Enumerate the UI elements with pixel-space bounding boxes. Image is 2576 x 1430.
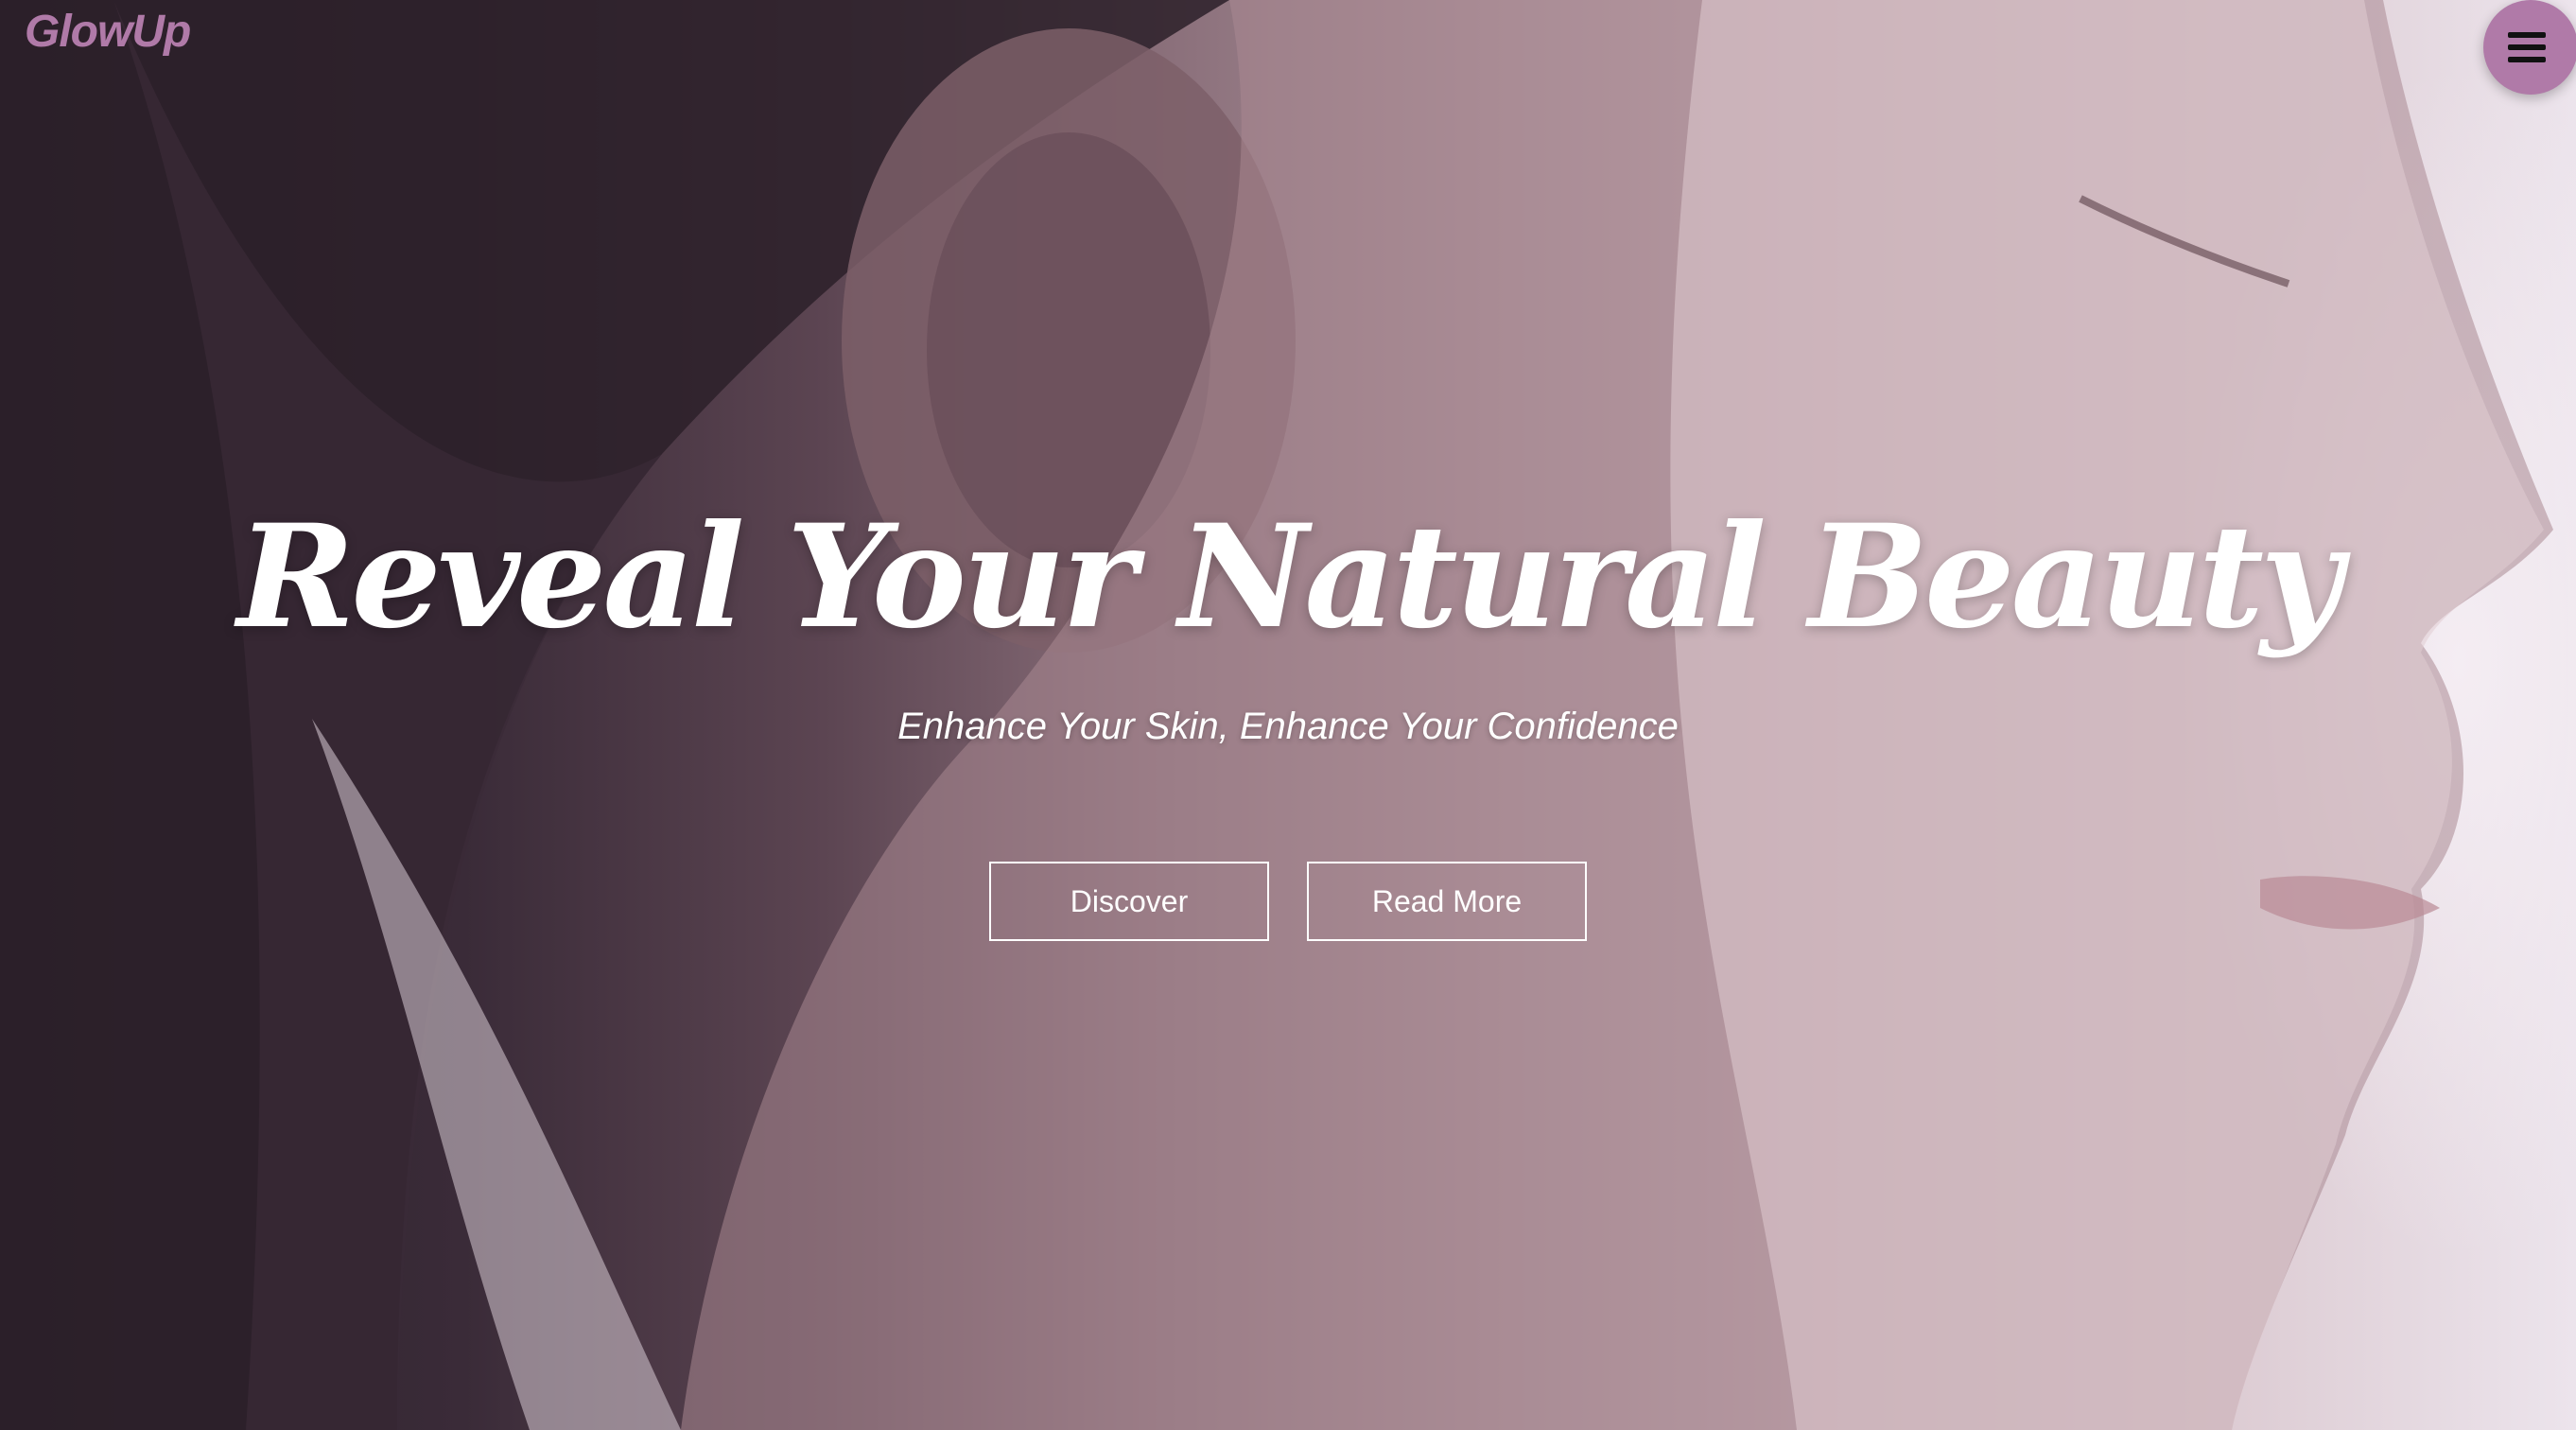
brand-logo[interactable]: GlowUp bbox=[25, 6, 191, 58]
hero-title: Reveal Your Natural Beauty bbox=[236, 494, 2342, 660]
menu-button[interactable] bbox=[2483, 0, 2576, 95]
discover-button[interactable]: Discover bbox=[989, 862, 1269, 941]
read-more-button[interactable]: Read More bbox=[1307, 862, 1587, 941]
hero-actions: Discover Read More bbox=[0, 862, 2576, 941]
hamburger-menu-icon bbox=[2508, 32, 2546, 62]
hero-section: GlowUp Reveal Your Natural Beauty Enhanc… bbox=[0, 0, 2576, 1430]
hero-content: Reveal Your Natural Beauty Enhance Your … bbox=[0, 482, 2576, 941]
hero-subtitle: Enhance Your Skin, Enhance Your Confiden… bbox=[897, 706, 1679, 747]
